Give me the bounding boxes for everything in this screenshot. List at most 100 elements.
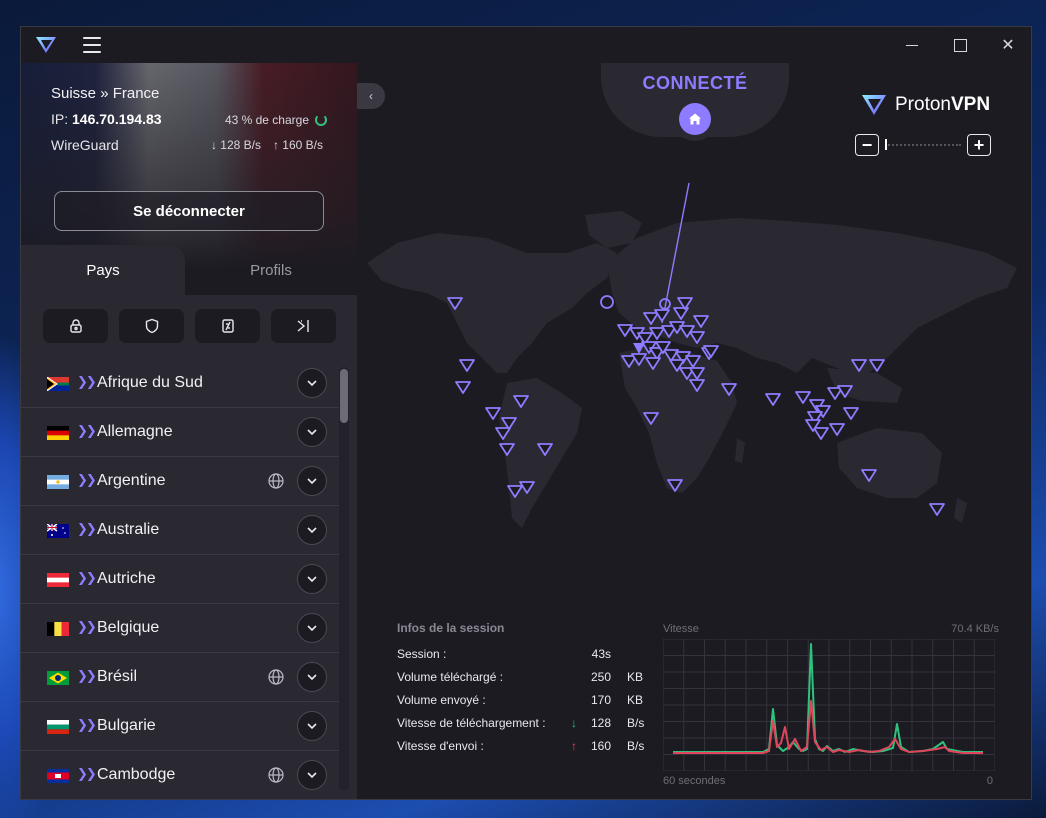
flag-br-icon (47, 671, 69, 685)
load-ring-icon (315, 114, 327, 126)
session-row-value: 170 (590, 693, 611, 707)
country-row[interactable]: ❯❯ Argentine (21, 457, 339, 506)
session-row-unit: KB (627, 670, 644, 684)
double-chevron-icon: ❯❯ (77, 570, 97, 585)
connection-route: Suisse » France (51, 85, 160, 102)
session-row-label: Vitesse de téléchargement : (397, 716, 546, 730)
scrollbar-thumb[interactable] (340, 369, 348, 423)
split-arrow-icon (297, 320, 309, 332)
title-bar: ✕ (21, 27, 1031, 63)
country-name: Australie (97, 521, 160, 538)
flag-bg-icon (47, 720, 69, 734)
server-marker-icon[interactable] (765, 393, 781, 406)
tor-filter[interactable] (271, 309, 336, 343)
session-row: Volume envoyé : 170 KB (397, 693, 647, 716)
server-marker-icon[interactable] (813, 427, 829, 440)
country-row[interactable]: ❯❯ Cambodge (21, 751, 339, 799)
download-speed-line (673, 643, 983, 753)
sidebar: Suisse » France IP: 146.70.194.83 43 % d… (21, 63, 357, 799)
expand-country-button[interactable] (297, 760, 327, 790)
country-name: Brésil (97, 668, 138, 685)
globe-icon (268, 669, 284, 685)
protonvpn-logo-icon (862, 95, 886, 115)
expand-country-button[interactable] (297, 711, 327, 741)
server-marker-icon[interactable] (617, 324, 633, 337)
flag-ar-icon (47, 475, 69, 489)
flag-at-icon (47, 573, 69, 587)
expand-country-button[interactable] (297, 662, 327, 692)
session-row-label: Volume téléchargé : (397, 670, 504, 684)
netshield-filter[interactable] (119, 309, 184, 343)
tab-countries[interactable]: Pays (21, 245, 185, 295)
country-row[interactable]: ❯❯ Autriche (21, 555, 339, 604)
expand-country-button[interactable] (297, 466, 327, 496)
session-header: Infos de la session (397, 621, 505, 635)
expand-country-button[interactable] (297, 515, 327, 545)
collapse-sidebar-button[interactable]: ‹ (357, 83, 385, 109)
server-marker-icon[interactable] (459, 359, 475, 372)
session-row-label: Vitesse d'envoi : (397, 739, 484, 753)
session-row-arrow: ↑ (571, 739, 577, 753)
maximize-button[interactable] (937, 27, 983, 63)
chevron-down-icon (307, 527, 317, 534)
graph-x-left: 60 secondes (663, 775, 726, 787)
expand-country-button[interactable] (297, 564, 327, 594)
country-row[interactable]: ❯❯ Afrique du Sud (21, 359, 339, 408)
upload-speed: ↑ 160 B/s (272, 138, 323, 152)
country-row[interactable]: ❯❯ Australie (21, 506, 339, 555)
double-chevron-icon: ❯❯ (77, 521, 97, 536)
protocol-label: WireGuard (51, 137, 119, 153)
server-marker-icon[interactable] (843, 407, 859, 420)
graph-label: Vitesse (663, 623, 699, 635)
protonvpn-window: ✕ Suisse » France IP: 146.70.194.83 43 %… (20, 26, 1032, 800)
expand-country-button[interactable] (297, 613, 327, 643)
zoom-in-button[interactable]: + (967, 134, 991, 156)
flag-be-icon (47, 622, 69, 636)
countries-panel: ❯❯ Afrique du Sud ❯❯ Allemagne ❯❯ Argentine ❯❯… (21, 295, 357, 799)
session-row: Vitesse de téléchargement : ↓ 128 B/s (397, 716, 647, 739)
expand-country-button[interactable] (297, 368, 327, 398)
double-chevron-icon: ❯❯ (77, 472, 97, 487)
country-row[interactable]: ❯❯ Bulgarie (21, 702, 339, 751)
disconnect-button[interactable]: Se déconnecter (54, 191, 324, 231)
server-marker-icon[interactable] (455, 381, 471, 394)
server-marker-icon[interactable] (795, 391, 811, 404)
country-name: Allemagne (97, 423, 173, 440)
tab-profiles[interactable]: Profils (185, 245, 357, 295)
country-row[interactable]: ❯❯ Belgique (21, 604, 339, 653)
country-row[interactable]: ❯❯ Brésil (21, 653, 339, 702)
protonvpn-brand: ProtonVPN (861, 93, 990, 117)
server-marker-icon[interactable] (485, 407, 501, 420)
server-marker-icon[interactable] (929, 503, 945, 516)
p2p-filter[interactable] (195, 309, 260, 343)
double-chevron-icon: ❯❯ (77, 619, 97, 634)
session-row-unit: KB (627, 693, 644, 707)
zoom-thumb[interactable] (885, 139, 887, 150)
world-map[interactable] (357, 103, 1032, 563)
country-list-scrollbar[interactable] (339, 367, 349, 791)
double-chevron-icon: ❯❯ (77, 374, 97, 389)
expand-country-button[interactable] (297, 417, 327, 447)
hamburger-menu-icon[interactable] (83, 37, 101, 53)
close-button[interactable]: ✕ (985, 27, 1031, 63)
brand-proton: Proton (895, 94, 951, 115)
minimize-button[interactable] (889, 27, 935, 63)
server-marker-icon[interactable] (829, 423, 845, 436)
zoom-track[interactable] (885, 144, 961, 146)
session-row-arrow: ↓ (571, 716, 577, 730)
zoom-out-button[interactable]: − (855, 134, 879, 156)
session-row: Volume téléchargé : 250 KB (397, 670, 647, 693)
graph-max-label: 70.4 KB/s (951, 623, 999, 635)
secure-core-filter[interactable] (43, 309, 108, 343)
zoom-control: − + (855, 134, 995, 158)
home-marker-icon[interactable] (600, 295, 614, 309)
session-row-value: 250 (590, 670, 611, 684)
country-name: Cambodge (97, 766, 176, 783)
flag-au-icon (47, 524, 69, 538)
home-location-button[interactable] (679, 103, 711, 135)
speed-graph: Vitesse 70.4 KB/s 60 secondes 0 (663, 623, 1003, 799)
session-row: Vitesse d'envoi : ↑ 160 B/s (397, 739, 647, 762)
country-row[interactable]: ❯❯ Allemagne (21, 408, 339, 457)
double-chevron-icon: ❯❯ (77, 717, 97, 732)
lock-icon (69, 319, 82, 333)
